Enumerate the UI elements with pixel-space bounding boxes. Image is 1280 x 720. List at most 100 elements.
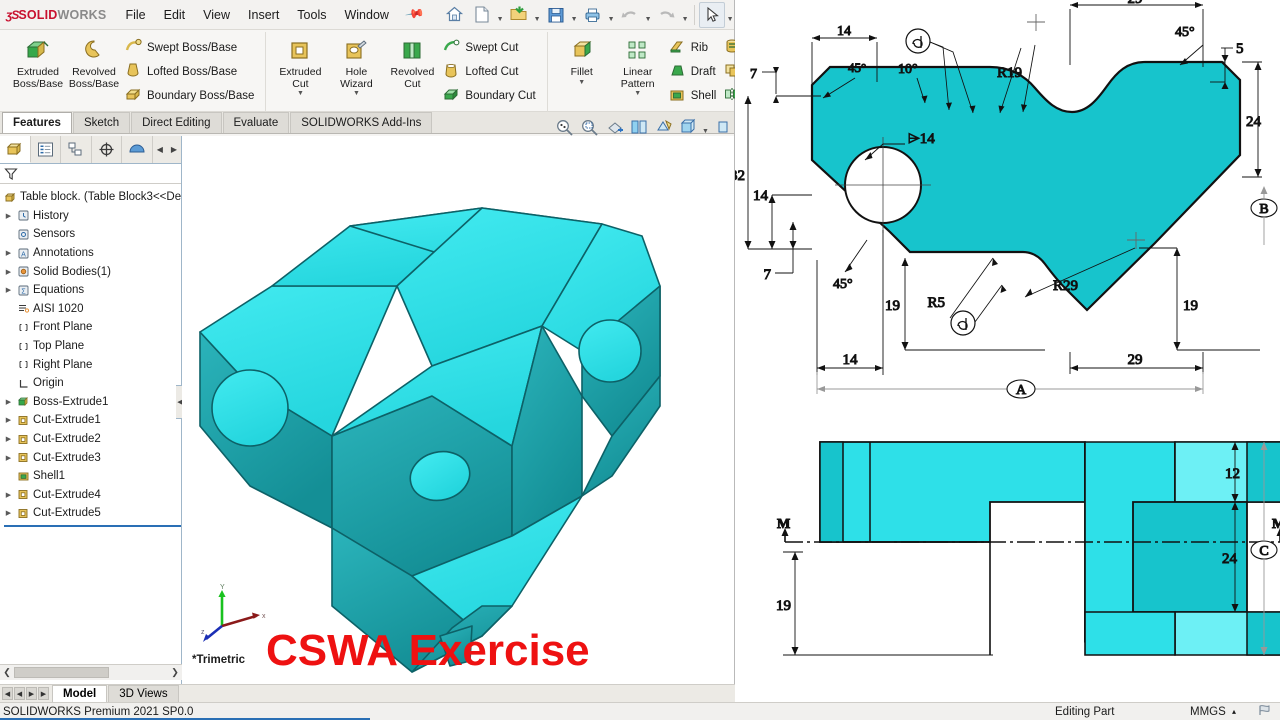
tree-item-material[interactable]: AISI 1020 xyxy=(4,300,181,319)
open-folder-icon[interactable] xyxy=(506,2,532,28)
tree-item-boss-extrude1[interactable]: ▶ Boss-Extrude1 xyxy=(4,393,181,412)
boundary-boss-base-button[interactable]: Boundary Boss/Base xyxy=(122,84,259,108)
expand-arrow-icon[interactable]: ▶ xyxy=(4,249,13,257)
revolved-cut-button[interactable]: Revolved Cut xyxy=(384,33,440,90)
extruded-cut-button[interactable]: Extruded Cut ▼ xyxy=(272,33,328,99)
expand-arrow-icon[interactable]: ▶ xyxy=(4,286,13,294)
hide-show-icon[interactable] xyxy=(711,114,734,140)
display-manager-tab[interactable] xyxy=(122,136,153,163)
scroll-right-icon[interactable]: ❯ xyxy=(168,667,182,678)
tree-item-top-plane[interactable]: Top Plane xyxy=(4,337,181,356)
tree-root-item[interactable]: Table block. (Table Block3<<De xyxy=(4,188,181,207)
view-orientation-icon[interactable] xyxy=(652,114,675,140)
swept-boss-base-button[interactable]: Swept Boss/Base xyxy=(122,36,259,60)
tree-item-cut-extrude3[interactable]: ▶ Cut-Extrude3 xyxy=(4,448,181,467)
panel-tab-prev-icon[interactable]: ◀ xyxy=(153,145,167,154)
zoom-to-area-icon[interactable] xyxy=(579,114,602,140)
select-cursor-icon[interactable] xyxy=(698,1,725,28)
status-units[interactable]: MMGS xyxy=(1190,706,1226,718)
fillet-dropdown[interactable]: ▼ xyxy=(578,79,585,88)
select-caret[interactable]: ▼ xyxy=(726,2,735,28)
configuration-manager-tab[interactable] xyxy=(61,136,92,163)
tree-item-cut-extrude2[interactable]: ▶ Cut-Extrude2 xyxy=(4,430,181,449)
status-units-caret[interactable]: ▴ xyxy=(1232,707,1236,716)
linear-pattern-dropdown[interactable]: ▼ xyxy=(634,90,641,99)
open-folder-caret[interactable]: ▼ xyxy=(533,2,542,28)
expand-arrow-icon[interactable]: ▶ xyxy=(4,212,13,220)
tree-item-front-plane[interactable]: Front Plane xyxy=(4,318,181,337)
home-icon[interactable] xyxy=(442,2,468,28)
rollback-bar[interactable] xyxy=(4,524,181,527)
tree-item-cut-extrude1[interactable]: ▶ Cut-Extrude1 xyxy=(4,411,181,430)
undo-icon[interactable] xyxy=(617,2,643,28)
save-icon[interactable] xyxy=(543,2,569,28)
extruded-cut-dropdown[interactable]: ▼ xyxy=(297,90,304,99)
tree-item-sensors[interactable]: Sensors xyxy=(4,225,181,244)
feature-manager-tab[interactable] xyxy=(0,136,31,163)
tree-item-solid-bodies[interactable]: ▶ Solid Bodies(1) xyxy=(4,262,181,281)
panel-tab-next-icon[interactable]: ▶ xyxy=(167,145,181,154)
display-style-caret[interactable]: ▼ xyxy=(702,114,710,140)
tab-sketch[interactable]: Sketch xyxy=(72,112,131,133)
tree-item-origin[interactable]: Origin xyxy=(4,374,181,393)
lofted-boss-base-button[interactable]: Lofted Boss/Base xyxy=(122,60,259,84)
menu-tools[interactable]: Tools xyxy=(288,5,335,25)
dimxpert-manager-tab[interactable] xyxy=(92,136,123,163)
expand-arrow-icon[interactable]: ▶ xyxy=(4,435,13,443)
menu-edit[interactable]: Edit xyxy=(155,5,195,25)
tree-item-right-plane[interactable]: Right Plane xyxy=(4,355,181,374)
redo-icon[interactable] xyxy=(654,2,680,28)
tab-model[interactable]: Model xyxy=(52,685,108,702)
tab-last-icon[interactable]: ▶ xyxy=(38,687,49,700)
extruded-boss-base-button[interactable]: Extruded Boss/Base xyxy=(10,33,66,90)
print-caret[interactable]: ▼ xyxy=(607,2,616,28)
fillet-button[interactable]: Fillet ▼ xyxy=(554,33,610,88)
section-view-icon[interactable] xyxy=(628,114,651,140)
hole-wizard-button[interactable]: Hole Wizard ▼ xyxy=(328,33,384,99)
expand-arrow-icon[interactable]: ▶ xyxy=(4,454,13,462)
feature-filter-row[interactable] xyxy=(0,164,181,184)
linear-pattern-button[interactable]: Linear Pattern ▼ xyxy=(610,33,666,99)
property-manager-tab[interactable] xyxy=(31,136,62,163)
undo-caret[interactable]: ▼ xyxy=(644,2,653,28)
print-icon[interactable] xyxy=(580,2,606,28)
swept-cut-button[interactable]: Swept Cut xyxy=(440,36,540,60)
shell-button[interactable]: Shell xyxy=(666,84,722,108)
new-document-caret[interactable]: ▼ xyxy=(496,2,505,28)
menu-view[interactable]: View xyxy=(194,5,239,25)
lofted-cut-button[interactable]: Lofted Cut xyxy=(440,60,540,84)
tab-features[interactable]: Features xyxy=(2,112,72,133)
display-style-icon[interactable] xyxy=(677,114,700,140)
expand-arrow-icon[interactable]: ▶ xyxy=(4,416,13,424)
menu-file[interactable]: File xyxy=(116,5,154,25)
menu-insert[interactable]: Insert xyxy=(239,5,288,25)
tree-item-equations[interactable]: ▶ Σ Equations xyxy=(4,281,181,300)
flag-icon[interactable] xyxy=(1258,704,1272,719)
tab-direct-editing[interactable]: Direct Editing xyxy=(131,112,222,133)
boundary-cut-button[interactable]: Boundary Cut xyxy=(440,84,540,108)
expand-arrow-icon[interactable]: ▶ xyxy=(4,491,13,499)
tab-first-icon[interactable]: ◀ xyxy=(2,687,13,700)
tab-nav-arrows[interactable]: ◀ ◀ ▶ ▶ xyxy=(0,685,51,702)
tab-next-icon[interactable]: ▶ xyxy=(26,687,37,700)
previous-view-icon[interactable] xyxy=(603,114,626,140)
expand-arrow-icon[interactable]: ▶ xyxy=(4,509,13,517)
tree-item-history[interactable]: ▶ History xyxy=(4,207,181,226)
expand-arrow-icon[interactable]: ▶ xyxy=(4,398,13,406)
pin-icon[interactable]: 📌 xyxy=(395,0,435,33)
new-document-icon[interactable] xyxy=(469,2,495,28)
graphics-area[interactable]: Y x z *Trimetric CSWA Exercise xyxy=(182,136,734,684)
tree-item-cut-extrude5[interactable]: ▶ Cut-Extrude5 xyxy=(4,504,181,523)
expand-arrow-icon[interactable]: ▶ xyxy=(4,268,13,276)
tree-item-annotations[interactable]: ▶ A Annotations xyxy=(4,244,181,263)
rib-button[interactable]: Rib xyxy=(666,36,722,60)
draft-button[interactable]: Draft xyxy=(666,60,722,84)
hole-wizard-dropdown[interactable]: ▼ xyxy=(353,90,360,99)
tab-evaluate[interactable]: Evaluate xyxy=(222,112,290,133)
redo-caret[interactable]: ▼ xyxy=(681,2,690,28)
menu-window[interactable]: Window xyxy=(335,5,397,25)
zoom-to-fit-icon[interactable] xyxy=(554,114,577,140)
save-caret[interactable]: ▼ xyxy=(570,2,579,28)
tree-item-cut-extrude4[interactable]: ▶ Cut-Extrude4 xyxy=(4,486,181,505)
tab-prev-icon[interactable]: ◀ xyxy=(14,687,25,700)
